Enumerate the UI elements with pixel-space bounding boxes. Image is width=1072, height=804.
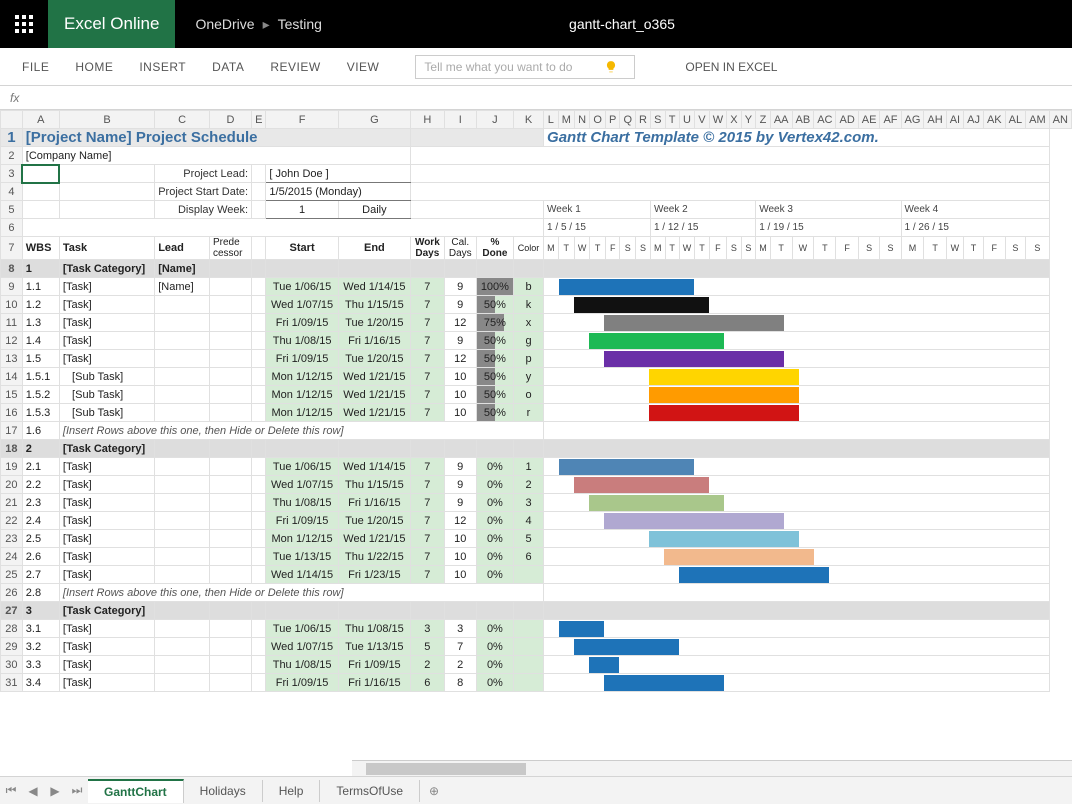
column-header[interactable]: AB xyxy=(792,111,814,129)
column-header[interactable]: M xyxy=(558,111,574,129)
column-header[interactable]: Q xyxy=(620,111,636,129)
column-header[interactable]: AG xyxy=(901,111,924,129)
titlebar: Excel Online OneDrive ▸ Testing gantt-ch… xyxy=(0,0,1072,48)
column-header[interactable]: Z xyxy=(756,111,771,129)
tab-home[interactable]: HOME xyxy=(75,60,113,74)
gantt-bar xyxy=(589,495,724,511)
gantt-bar xyxy=(574,477,709,493)
gantt-bar xyxy=(604,513,784,529)
breadcrumb: OneDrive ▸ Testing xyxy=(175,16,322,33)
column-header[interactable]: AF xyxy=(880,111,901,129)
column-header[interactable]: AA xyxy=(770,111,792,129)
column-header[interactable]: E xyxy=(252,111,266,129)
column-header[interactable]: V xyxy=(695,111,710,129)
column-header[interactable]: A xyxy=(22,111,59,129)
tab-insert[interactable]: INSERT xyxy=(139,60,186,74)
sheet-nav-last-icon[interactable]: ⏭ xyxy=(66,783,88,798)
column-header[interactable]: N xyxy=(574,111,590,129)
fx-label: fx xyxy=(10,91,19,105)
column-header[interactable]: R xyxy=(636,111,651,129)
column-header[interactable]: H xyxy=(411,111,445,129)
gantt-bar xyxy=(649,405,799,421)
chevron-right-icon: ▸ xyxy=(263,16,270,33)
project-title: [Project Name] Project Schedule xyxy=(22,129,410,147)
gantt-bar xyxy=(559,279,694,295)
sheet-tab-bar: ⏮ ◀ ▶ ⏭ GanttChart Holidays Help TermsOf… xyxy=(0,776,1072,804)
column-header[interactable]: AL xyxy=(1005,111,1025,129)
column-header[interactable]: U xyxy=(679,111,695,129)
column-header[interactable]: J xyxy=(476,111,513,129)
column-header[interactable]: X xyxy=(727,111,742,129)
column-header[interactable]: AD xyxy=(836,111,858,129)
scrollbar-thumb[interactable] xyxy=(366,763,526,775)
column-header[interactable]: I xyxy=(444,111,476,129)
column-header[interactable]: S xyxy=(650,111,665,129)
column-header[interactable]: O xyxy=(590,111,606,129)
column-header[interactable]: W xyxy=(709,111,726,129)
column-header[interactable]: L xyxy=(544,111,559,129)
sheet-nav-next-icon[interactable]: ▶ xyxy=(44,784,66,798)
gantt-bar xyxy=(679,567,829,583)
gantt-bar xyxy=(649,531,799,547)
tell-me-search[interactable]: Tell me what you want to do xyxy=(415,55,635,79)
gantt-bar xyxy=(574,297,709,313)
sheet-tab-help[interactable]: Help xyxy=(263,780,321,802)
column-header[interactable]: AI xyxy=(946,111,963,129)
gantt-bar xyxy=(559,459,694,475)
column-header[interactable]: B xyxy=(59,111,154,129)
gantt-bar xyxy=(589,333,724,349)
column-header[interactable]: Y xyxy=(741,111,756,129)
column-header[interactable]: C xyxy=(155,111,210,129)
gantt-bar xyxy=(604,675,724,691)
gantt-bar xyxy=(664,549,814,565)
brand-label: Excel Online xyxy=(48,0,175,48)
open-in-excel-button[interactable]: OPEN IN EXCEL xyxy=(685,60,777,74)
sheet-tab-holidays[interactable]: Holidays xyxy=(184,780,263,802)
select-all-corner[interactable] xyxy=(1,111,23,129)
sheet-tab-ganttchart[interactable]: GanttChart xyxy=(88,779,184,803)
column-header[interactable]: P xyxy=(605,111,620,129)
gantt-bar xyxy=(649,387,799,403)
column-header[interactable]: T xyxy=(665,111,679,129)
column-header[interactable]: D xyxy=(209,111,251,129)
column-header[interactable]: AH xyxy=(924,111,946,129)
app-launcher-icon[interactable] xyxy=(0,0,48,48)
selected-cell[interactable] xyxy=(22,165,59,183)
breadcrumb-folder[interactable]: Testing xyxy=(278,16,322,32)
tab-view[interactable]: VIEW xyxy=(347,60,380,74)
gantt-bar xyxy=(559,621,604,637)
sheet-nav-prev-icon[interactable]: ◀ xyxy=(22,784,44,798)
gantt-bar xyxy=(574,639,679,655)
ribbon: FILE HOME INSERT DATA REVIEW VIEW Tell m… xyxy=(0,48,1072,86)
column-header[interactable]: K xyxy=(513,111,543,129)
formula-bar[interactable]: fx xyxy=(0,86,1072,110)
tab-review[interactable]: REVIEW xyxy=(270,60,320,74)
document-name[interactable]: gantt-chart_o365 xyxy=(322,16,922,32)
column-header[interactable]: AC xyxy=(814,111,836,129)
gantt-bar xyxy=(589,657,619,673)
column-header[interactable]: AE xyxy=(858,111,880,129)
breadcrumb-root[interactable]: OneDrive xyxy=(195,16,254,32)
column-header[interactable]: F xyxy=(266,111,338,129)
column-header[interactable]: AK xyxy=(983,111,1005,129)
gantt-bar xyxy=(649,369,799,385)
gantt-bar xyxy=(604,351,784,367)
lightbulb-icon xyxy=(604,60,618,74)
column-header[interactable]: AJ xyxy=(964,111,984,129)
column-header[interactable]: AM xyxy=(1026,111,1050,129)
gantt-bar xyxy=(604,315,784,331)
sheet-nav-first-icon[interactable]: ⏮ xyxy=(0,783,22,798)
add-sheet-icon[interactable]: ⊕ xyxy=(420,784,448,798)
column-header[interactable]: AN xyxy=(1049,111,1071,129)
tab-file[interactable]: FILE xyxy=(22,60,49,74)
horizontal-scrollbar[interactable] xyxy=(352,760,1072,776)
column-header[interactable]: G xyxy=(338,111,410,129)
search-placeholder: Tell me what you want to do xyxy=(424,60,572,74)
sheet-tab-terms[interactable]: TermsOfUse xyxy=(320,780,420,802)
spreadsheet-grid[interactable]: ABCDEFGHIJKLMNOPQRSTUVWXYZAAABACADAEAFAG… xyxy=(0,110,1072,776)
tab-data[interactable]: DATA xyxy=(212,60,244,74)
